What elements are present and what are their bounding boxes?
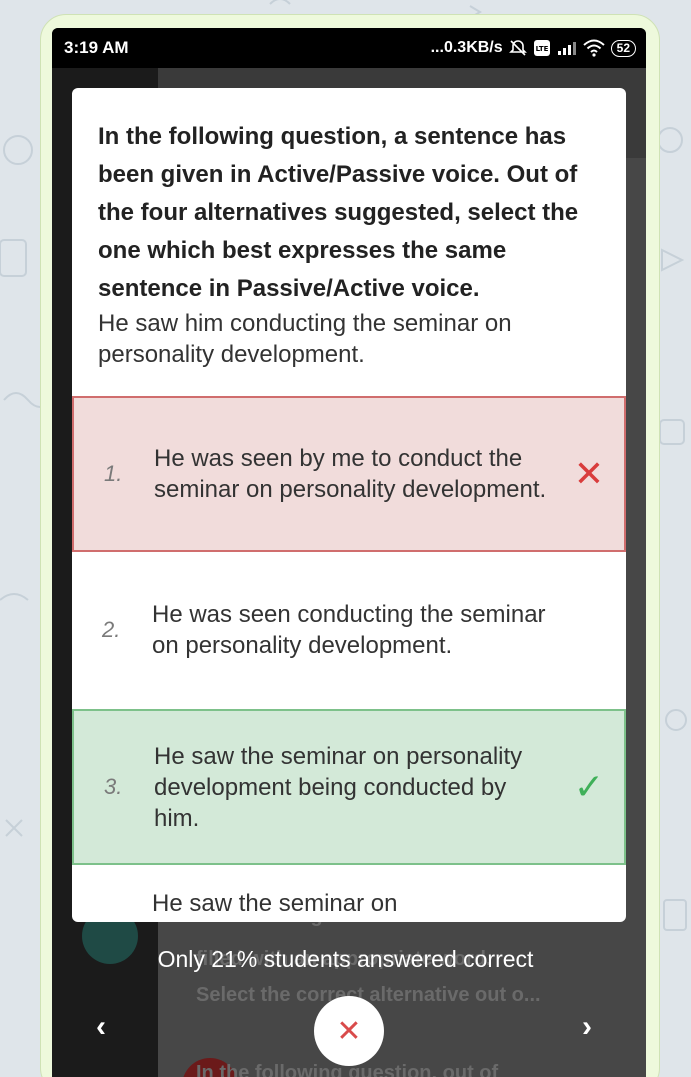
option-text: He was seen by me to conduct the seminar… <box>154 445 547 503</box>
option-2[interactable]: 2. He was seen conducting the seminar on… <box>72 552 626 708</box>
option-text: He saw the seminar on <box>152 890 398 917</box>
battery-indicator: 52 <box>610 39 636 57</box>
answer-stat: Only 21% students answered correct <box>0 946 691 973</box>
muted-alarm-icon <box>508 40 527 56</box>
option-4[interactable]: He saw the seminar on <box>72 866 626 922</box>
signal-icon <box>557 42 576 55</box>
next-arrow-icon[interactable]: › <box>582 1010 592 1044</box>
option-number: 1. <box>104 461 123 486</box>
status-right: ...0.3KB/s LTE 52 <box>431 39 636 57</box>
option-text: He saw the seminar on personality develo… <box>154 742 523 832</box>
volte-icon: LTE <box>533 40 550 56</box>
status-bar: 3:19 AM ...0.3KB/s LTE 52 <box>52 28 646 68</box>
wifi-icon <box>582 39 605 57</box>
answer-stat-text: Only 21% students answered correct <box>157 946 534 972</box>
cross-icon: ✕ <box>573 453 605 494</box>
option-number: 3. <box>104 774 123 799</box>
question-modal: In the following question, a sentence ha… <box>72 88 626 922</box>
status-time: 3:19 AM <box>64 38 129 57</box>
check-icon: ✓ <box>573 766 605 807</box>
network-speed: ...0.3KB/s <box>430 39 503 56</box>
question-sentence: He saw him conducting the seminar on per… <box>98 310 512 368</box>
close-button[interactable]: ✕ <box>314 996 384 1066</box>
question-instruction: In the following question, a sentence ha… <box>98 123 579 302</box>
prev-arrow-icon[interactable]: ‹ <box>96 1010 106 1044</box>
option-text: He was seen conducting the seminar on pe… <box>152 601 546 659</box>
question-block: In the following question, a sentence ha… <box>72 88 626 370</box>
svg-text:LTE: LTE <box>535 45 548 53</box>
close-icon: ✕ <box>336 1014 362 1048</box>
option-1[interactable]: 1. He was seen by me to conduct the semi… <box>72 396 626 552</box>
option-number: 2. <box>102 617 121 642</box>
option-3[interactable]: 3. He saw the seminar on personality dev… <box>72 709 626 865</box>
